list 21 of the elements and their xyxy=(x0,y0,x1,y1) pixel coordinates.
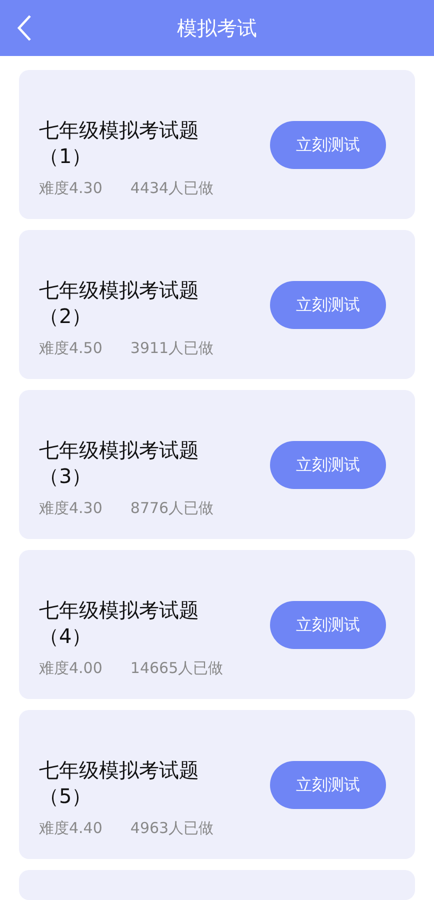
attempt-count: 3911人已做 xyxy=(130,338,214,360)
difficulty-text: 难度4.30 xyxy=(39,498,102,520)
start-test-button[interactable]: 立刻测试 xyxy=(270,760,386,808)
attempt-count: 14665人已做 xyxy=(130,658,224,680)
attempt-count: 4434人已做 xyxy=(130,178,214,200)
exam-title: 七年级模拟考试题（4） xyxy=(39,597,200,650)
start-test-button[interactable]: 立刻测试 xyxy=(270,440,386,488)
difficulty-text: 难度4.40 xyxy=(39,818,102,840)
difficulty-text: 难度4.30 xyxy=(39,178,102,200)
page-title: 模拟考试 xyxy=(177,16,257,40)
start-test-button[interactable]: 立刻测试 xyxy=(270,120,386,168)
exam-title: 七年级模拟考试题（2） xyxy=(39,277,200,330)
attempt-count: 8776人已做 xyxy=(130,498,214,520)
exam-title: 七年级模拟考试题（5） xyxy=(39,757,200,810)
attempt-count: 4963人已做 xyxy=(130,818,214,840)
exam-title: 七年级模拟考试题（3） xyxy=(39,437,200,490)
start-test-button[interactable]: 立刻测试 xyxy=(270,600,386,648)
start-test-button[interactable]: 立刻测试 xyxy=(270,280,386,328)
difficulty-text: 难度4.00 xyxy=(39,658,102,680)
exam-title: 七年级模拟考试题（1） xyxy=(39,117,200,170)
difficulty-text: 难度4.50 xyxy=(39,338,102,360)
